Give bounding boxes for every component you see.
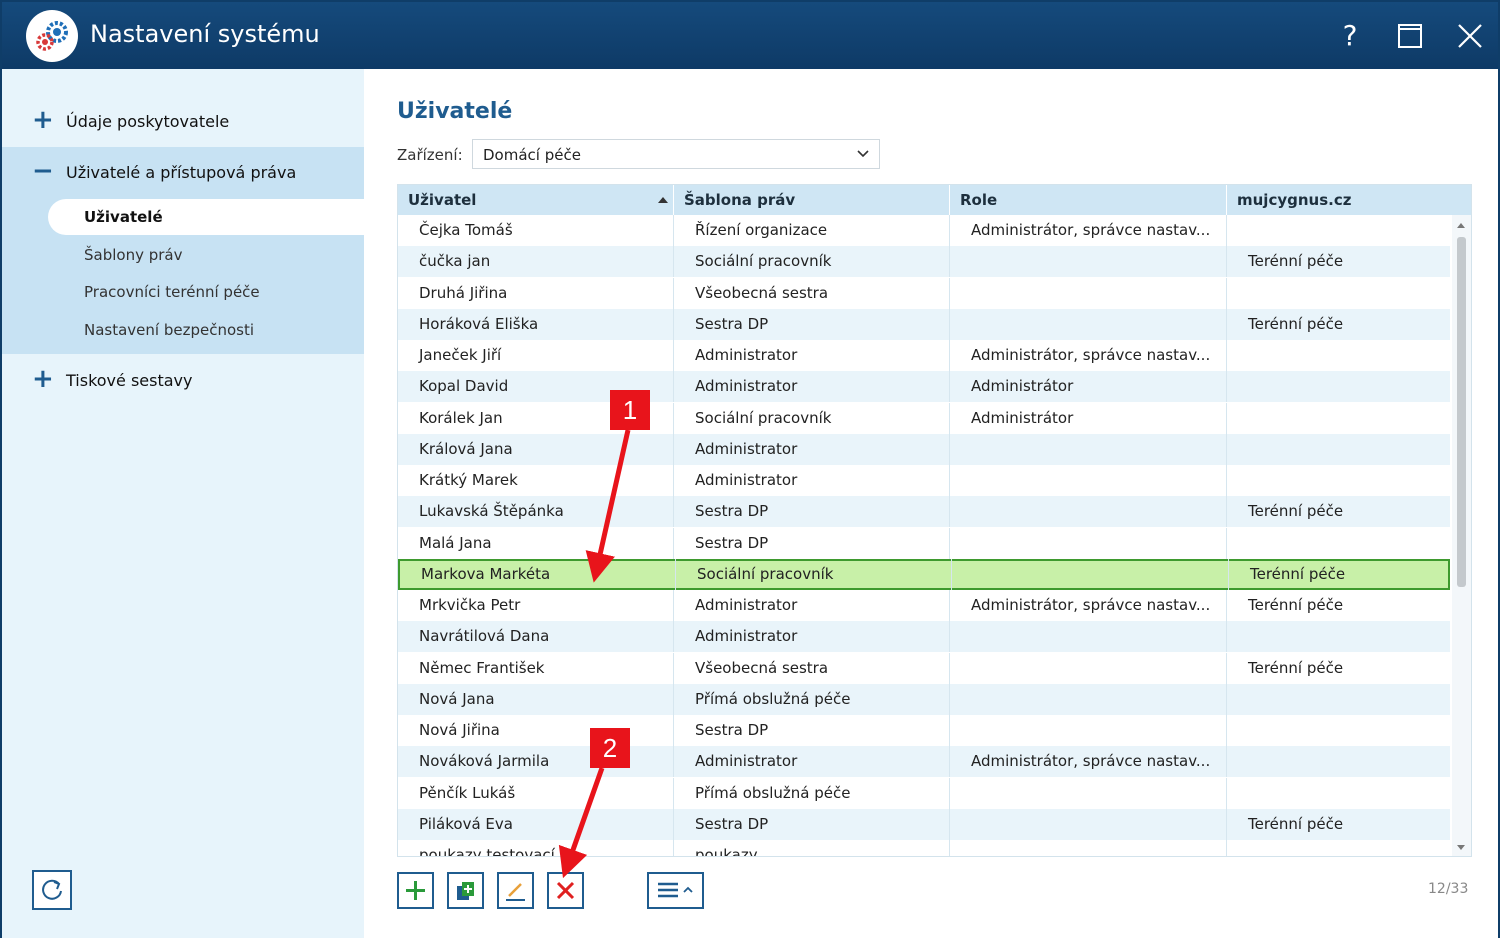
settings-window: Nastavení systému ? + Údaje poskytovatel… <box>0 0 1500 938</box>
arrow-to-selected-row <box>585 429 631 583</box>
arrow-to-delete-button <box>558 767 605 879</box>
callout-arrows <box>558 429 631 879</box>
